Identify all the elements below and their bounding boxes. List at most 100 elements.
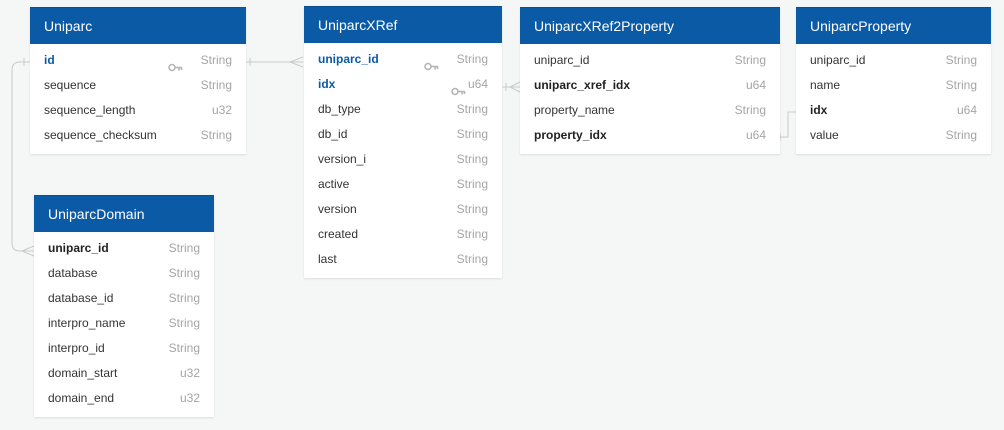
field-type: String: [945, 128, 977, 142]
field-row[interactable]: uniparc_xref_idx u64: [520, 73, 780, 98]
field-name: uniparc_id: [318, 52, 379, 66]
field-row[interactable]: sequence String: [30, 73, 246, 98]
table-title[interactable]: UniparcXRef: [304, 6, 502, 43]
field-row[interactable]: database_id String: [34, 286, 214, 311]
field-name: property_idx: [534, 128, 607, 142]
field-name: domain_end: [48, 391, 115, 405]
table-uniparc-property[interactable]: UniparcProperty uniparc_id String name Strin…: [796, 7, 991, 154]
table-uniparc-domain[interactable]: UniparcDomain uniparc_id String database Str…: [34, 195, 214, 417]
field-type: String: [456, 102, 488, 116]
table-title[interactable]: UniparcProperty: [796, 7, 991, 44]
field-name: db_type: [318, 102, 361, 116]
field-row[interactable]: domain_end u32: [34, 386, 214, 411]
field-row[interactable]: sequence_length u32: [30, 98, 246, 123]
field-name: uniparc_id: [810, 53, 866, 67]
field-name: version: [318, 202, 357, 216]
field-row[interactable]: interpro_id String: [34, 336, 214, 361]
field-row[interactable]: property_name String: [520, 98, 780, 123]
field-type: String: [168, 291, 200, 305]
field-name: uniparc_xref_idx: [534, 78, 631, 92]
field-row[interactable]: created String: [304, 222, 502, 247]
field-type: String: [734, 53, 766, 67]
field-type: String: [456, 52, 488, 66]
field-row[interactable]: value String: [796, 123, 991, 148]
field-type: String: [200, 53, 232, 67]
key-icon: [451, 80, 466, 96]
field-name: version_i: [318, 152, 367, 166]
field-type: u32: [179, 366, 200, 380]
field-name: domain_start: [48, 366, 118, 380]
field-row[interactable]: uniparc_id String: [34, 236, 214, 261]
field-type: String: [200, 78, 232, 92]
field-name: name: [810, 78, 841, 92]
field-row[interactable]: uniparc_id String: [796, 48, 991, 73]
field-row[interactable]: idx u64: [796, 98, 991, 123]
field-name: sequence_checksum: [44, 128, 157, 142]
field-name: uniparc_id: [48, 241, 109, 255]
field-name: uniparc_id: [534, 53, 590, 67]
field-type: String: [200, 128, 232, 142]
field-row[interactable]: uniparc_id String: [520, 48, 780, 73]
field-type: u64: [467, 77, 488, 91]
field-name: database: [48, 266, 98, 280]
field-name: sequence_length: [44, 103, 136, 117]
field-type: String: [168, 241, 200, 255]
field-type: String: [456, 177, 488, 191]
field-row[interactable]: last String: [304, 247, 502, 272]
field-type: String: [168, 316, 200, 330]
field-type: String: [456, 152, 488, 166]
field-name: db_id: [318, 127, 348, 141]
field-row[interactable]: uniparc_id String: [304, 47, 502, 72]
field-row[interactable]: version_i String: [304, 147, 502, 172]
field-type: String: [168, 341, 200, 355]
field-name: last: [318, 252, 337, 266]
table-fields: uniparc_id String idx u64 db_type String db_id…: [304, 43, 502, 278]
field-row[interactable]: idx u64: [304, 72, 502, 97]
field-type: u32: [211, 103, 232, 117]
field-name: idx: [318, 77, 336, 91]
table-title[interactable]: UniparcDomain: [34, 195, 214, 232]
field-type: String: [456, 252, 488, 266]
field-name: interpro_id: [48, 341, 105, 355]
field-name: database_id: [48, 291, 114, 305]
table-title[interactable]: Uniparc: [30, 7, 246, 44]
field-row[interactable]: db_type String: [304, 97, 502, 122]
field-name: created: [318, 227, 359, 241]
field-row[interactable]: interpro_name String: [34, 311, 214, 336]
key-icon: [424, 55, 439, 71]
field-row[interactable]: property_idx u64: [520, 123, 780, 148]
table-fields: uniparc_id String uniparc_xref_idx u64 prope…: [520, 44, 780, 154]
field-type: String: [168, 266, 200, 280]
table-fields: id String sequence String sequence_length u32…: [30, 44, 246, 154]
field-type: String: [456, 227, 488, 241]
field-row[interactable]: name String: [796, 73, 991, 98]
field-name: interpro_name: [48, 316, 126, 330]
diagram-canvas: Uniparc id String sequence String sequence_le…: [0, 0, 1004, 430]
field-row[interactable]: version String: [304, 197, 502, 222]
table-uniparc-xref[interactable]: UniparcXRef uniparc_id String idx u64 db_type…: [304, 6, 502, 278]
key-icon: [168, 56, 183, 72]
field-name: property_name: [534, 103, 615, 117]
field-row[interactable]: database String: [34, 261, 214, 286]
field-name: value: [810, 128, 839, 142]
field-row[interactable]: sequence_checksum String: [30, 123, 246, 148]
field-name: active: [318, 177, 350, 191]
field-row[interactable]: active String: [304, 172, 502, 197]
field-row[interactable]: db_id String: [304, 122, 502, 147]
field-name: idx: [810, 103, 828, 117]
table-title[interactable]: UniparcXRef2Property: [520, 7, 780, 44]
field-row[interactable]: id String: [30, 48, 246, 73]
field-name: sequence: [44, 78, 97, 92]
field-row[interactable]: domain_start u32: [34, 361, 214, 386]
table-fields: uniparc_id String name String idx u64 value Str…: [796, 44, 991, 154]
relation-xref2property-property: [780, 111, 796, 138]
field-type: String: [945, 53, 977, 67]
field-type: u32: [179, 391, 200, 405]
table-fields: uniparc_id String database String database_i…: [34, 232, 214, 417]
field-name: id: [44, 53, 55, 67]
field-type: u64: [956, 103, 977, 117]
table-uniparc-xref2property[interactable]: UniparcXRef2Property uniparc_id String unip…: [520, 7, 780, 154]
field-type: String: [456, 127, 488, 141]
field-type: String: [734, 103, 766, 117]
table-uniparc[interactable]: Uniparc id String sequence String sequence_le…: [30, 7, 246, 154]
